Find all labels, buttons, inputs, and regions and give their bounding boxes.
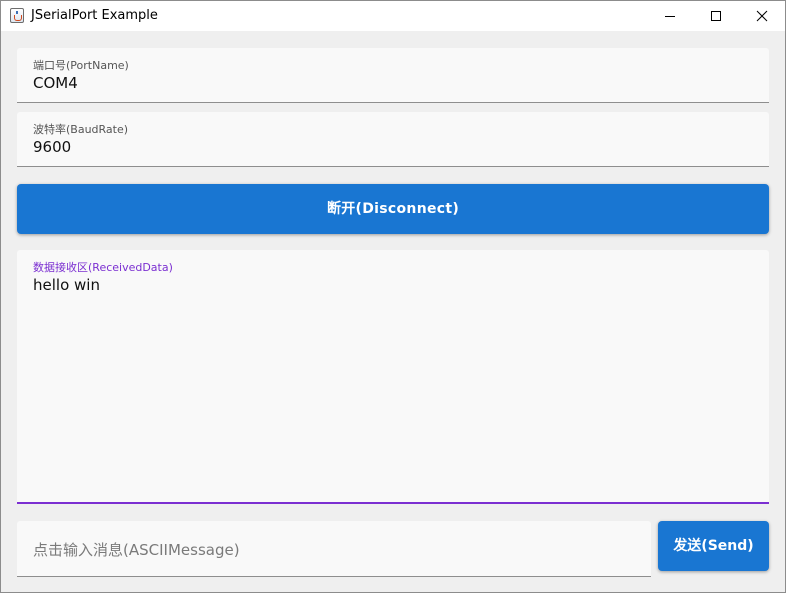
- minimize-button[interactable]: [647, 1, 693, 31]
- app-window: JSerialPort Example 端口号(PortName) COM4 波…: [0, 0, 786, 593]
- received-data-area[interactable]: 数据接收区(ReceivedData) hello win: [17, 250, 769, 504]
- received-data-label: 数据接收区(ReceivedData): [33, 261, 173, 274]
- baud-rate-field[interactable]: 波特率(BaudRate) 9600: [17, 112, 769, 167]
- message-placeholder: 点击输入消息(ASCIIMessage): [33, 541, 240, 559]
- port-name-value[interactable]: COM4: [33, 74, 78, 92]
- window-title: JSerialPort Example: [31, 8, 158, 23]
- minimize-icon: [665, 16, 675, 17]
- port-name-label: 端口号(PortName): [33, 59, 129, 72]
- title-bar[interactable]: JSerialPort Example: [1, 1, 785, 31]
- disconnect-button[interactable]: 断开(Disconnect): [17, 184, 769, 234]
- maximize-button[interactable]: [693, 1, 739, 31]
- send-button[interactable]: 发送(Send): [658, 521, 769, 571]
- close-icon: [756, 10, 768, 22]
- maximize-icon: [711, 11, 721, 21]
- received-data-text[interactable]: hello win: [33, 276, 100, 294]
- close-button[interactable]: [739, 1, 785, 31]
- baud-rate-value[interactable]: 9600: [33, 138, 71, 156]
- port-name-field[interactable]: 端口号(PortName) COM4: [17, 48, 769, 103]
- baud-rate-label: 波特率(BaudRate): [33, 123, 129, 136]
- message-input[interactable]: 点击输入消息(ASCIIMessage): [17, 521, 651, 577]
- java-app-icon: [10, 8, 24, 23]
